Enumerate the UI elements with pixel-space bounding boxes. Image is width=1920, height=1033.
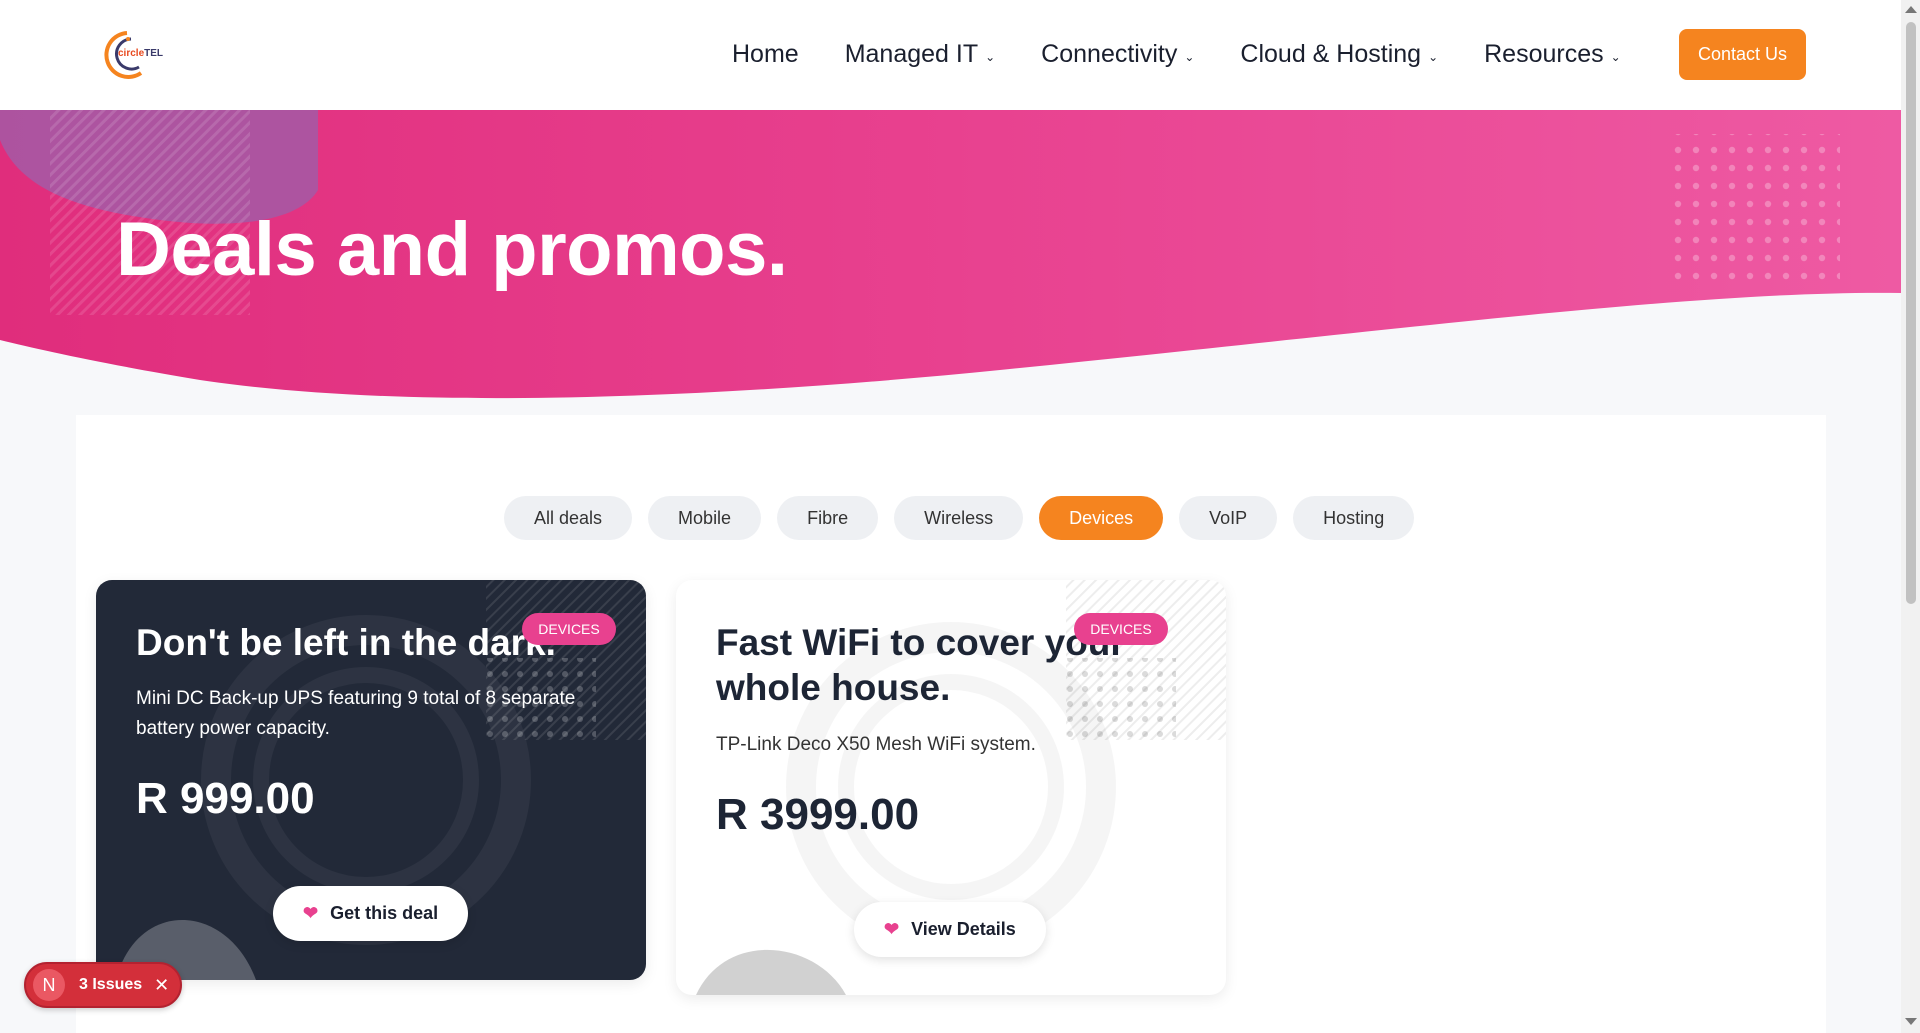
deal-price: R 3999.00 xyxy=(716,790,920,839)
logo-wordmark: circleTEL xyxy=(118,48,163,59)
nav-resources[interactable]: Resources ⌄ xyxy=(1484,40,1621,69)
nav-managed-it-label: Managed IT xyxy=(844,40,979,68)
nextjs-letter: N xyxy=(42,974,56,995)
page-title: Deals and promos. xyxy=(116,207,788,292)
chevron-down-icon: ⌄ xyxy=(1184,49,1195,64)
issues-count: 3 Issues xyxy=(79,976,143,993)
dev-issues-badge[interactable]: N 3 Issues ✕ xyxy=(24,962,182,1008)
nav-connectivity-label: Connectivity xyxy=(1041,40,1178,68)
deal-card[interactable]: DEVICES Don't be left in the dark. Mini … xyxy=(96,580,646,980)
heart-icon: ❤ xyxy=(303,903,319,923)
view-details-button[interactable]: ❤ View Details xyxy=(854,902,1046,957)
category-badge: DEVICES xyxy=(1074,613,1168,645)
filter-voip[interactable]: VoIP xyxy=(1179,496,1278,540)
category-badge: DEVICES xyxy=(522,613,616,645)
get-this-deal-button[interactable]: ❤ Get this deal xyxy=(273,886,469,941)
filter-devices[interactable]: Devices xyxy=(1039,496,1164,540)
deal-price: R 999.00 xyxy=(136,774,315,823)
site-header: circleTEL Home Managed IT ⌄ Connectivity ⌄… xyxy=(0,0,1901,110)
view-details-label: View Details xyxy=(911,919,1016,939)
logo-word-tel: TEL xyxy=(144,48,164,59)
filter-hosting[interactable]: Hosting xyxy=(1293,496,1415,540)
page-scrollbar[interactable] xyxy=(1901,0,1920,1033)
nav-home-label: Home xyxy=(732,40,799,68)
nav-cloud-hosting-label: Cloud & Hosting xyxy=(1240,40,1422,68)
get-this-deal-label: Get this deal xyxy=(330,903,439,923)
main-nav: Home Managed IT ⌄ Connectivity ⌄ Cloud & H… xyxy=(732,40,1667,69)
deal-card[interactable]: DEVICES Fast WiFi to cover your whole ho… xyxy=(676,580,1226,995)
chevron-down-icon: ⌄ xyxy=(1610,49,1621,64)
scroll-thumb[interactable] xyxy=(1906,22,1916,604)
filter-mobile[interactable]: Mobile xyxy=(648,496,762,540)
deal-description: TP-Link Deco X50 Mesh WiFi system. xyxy=(716,734,1036,755)
nav-cloud-hosting[interactable]: Cloud & Hosting ⌄ xyxy=(1240,40,1438,69)
filter-wireless[interactable]: Wireless xyxy=(894,496,1024,540)
filter-all-deals[interactable]: All deals xyxy=(504,496,633,540)
chevron-down-icon: ⌄ xyxy=(985,49,996,64)
filter-fibre[interactable]: Fibre xyxy=(777,496,879,540)
nav-resources-label: Resources xyxy=(1484,40,1604,68)
hero-banner: Deals and promos. xyxy=(0,110,1901,415)
deal-description: Mini DC Back-up UPS featuring 9 total of… xyxy=(136,688,576,739)
scroll-down-icon[interactable] xyxy=(1905,1018,1917,1025)
nextjs-icon: N xyxy=(33,969,65,1001)
nav-home[interactable]: Home xyxy=(732,40,799,69)
nav-connectivity[interactable]: Connectivity ⌄ xyxy=(1041,40,1194,69)
heart-icon: ❤ xyxy=(884,919,900,939)
contact-us-button[interactable]: Contact Us xyxy=(1679,29,1806,80)
scroll-up-icon[interactable] xyxy=(1905,6,1917,13)
chevron-down-icon: ⌄ xyxy=(1428,49,1439,64)
close-icon[interactable]: ✕ xyxy=(154,975,169,996)
deal-filters: All deals Mobile Fibre Wireless Devices … xyxy=(504,496,1430,540)
nav-managed-it[interactable]: Managed IT ⌄ xyxy=(845,40,995,69)
logo-word-circle: circle xyxy=(118,48,145,59)
